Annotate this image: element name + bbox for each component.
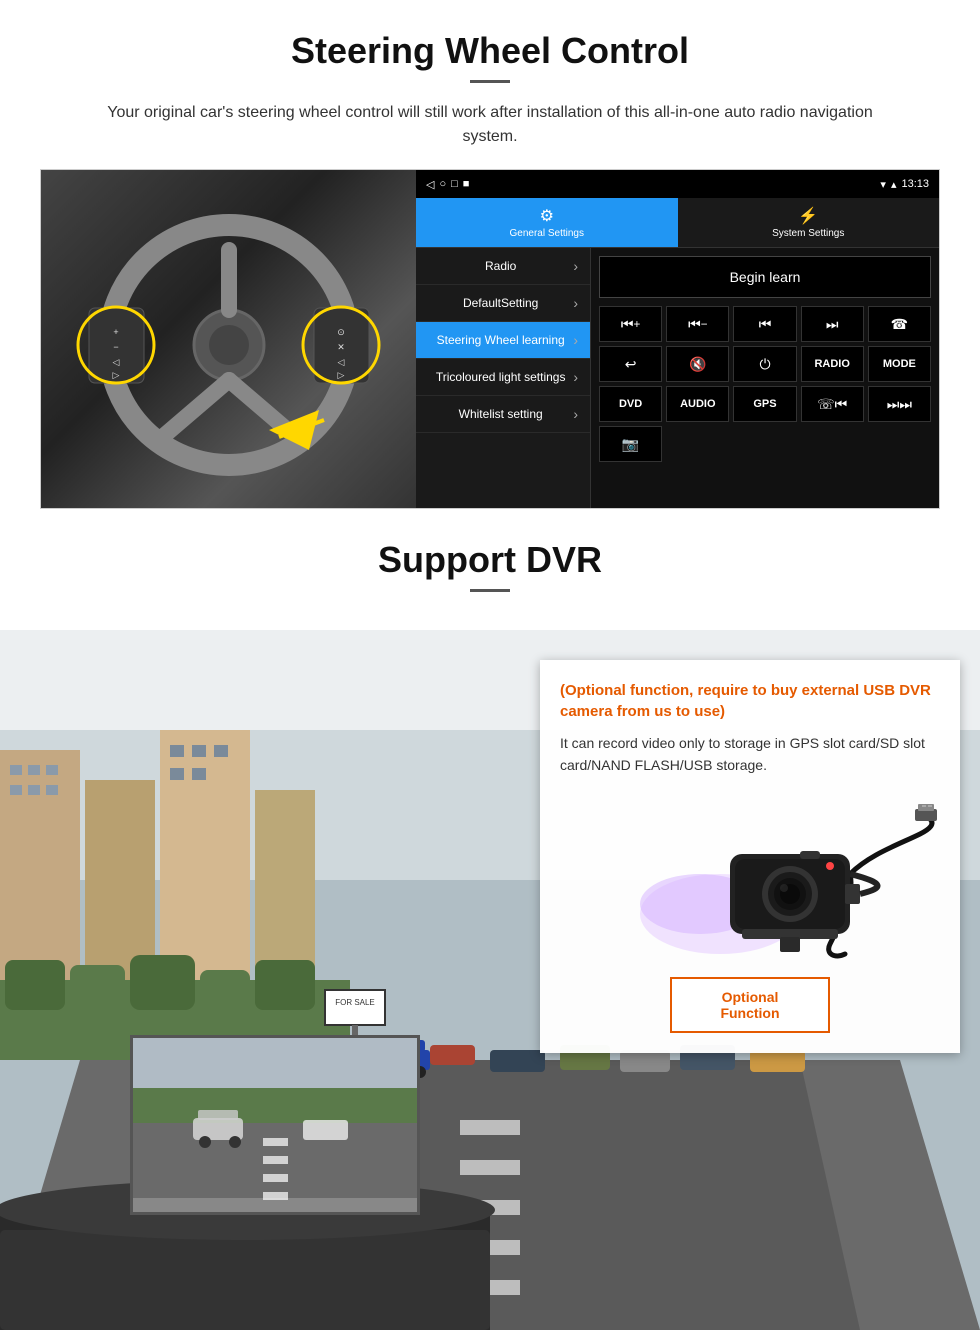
ctrl-ff[interactable]: ⏭⏭ <box>868 386 931 422</box>
control-row-1: ⏮+ ⏮− ⏮ ⏭ ☎ <box>599 306 931 342</box>
preview-svg <box>133 1038 418 1212</box>
menu-icon[interactable]: ■ <box>463 178 470 190</box>
ctrl-next[interactable]: ⏭ <box>801 306 864 342</box>
chevron-icon: › <box>573 332 578 348</box>
svg-text:✕: ✕ <box>337 342 345 352</box>
ctrl-mute[interactable]: 🔇 <box>666 346 729 382</box>
svg-text:⊙: ⊙ <box>337 327 345 337</box>
dvr-card-body: It can record video only to storage in G… <box>560 732 940 777</box>
wifi-icon: ▴ <box>891 178 897 191</box>
ctrl-back[interactable]: ↩ <box>599 346 662 382</box>
svg-text:▷: ▷ <box>337 370 344 380</box>
dvr-background: FOR SALE <box>0 630 980 1330</box>
chevron-icon: › <box>573 406 578 422</box>
signal-icon: ▾ <box>880 178 886 191</box>
ctrl-call-prev[interactable]: ☏⏮ <box>801 386 864 422</box>
steering-demo: + − ◁ ▷ ⊙ ✕ ◁ ▷ <box>40 169 940 509</box>
chevron-icon: › <box>573 258 578 274</box>
steering-wheel-svg: + − ◁ ▷ ⊙ ✕ ◁ ▷ <box>59 200 399 480</box>
svg-text:◁: ◁ <box>112 357 119 367</box>
steering-photo-bg: + − ◁ ▷ ⊙ ✕ ◁ ▷ <box>41 170 416 509</box>
ctrl-vol-up[interactable]: ⏮+ <box>599 306 662 342</box>
settings-tabs: ⚙ General Settings ⚡ System Settings <box>416 198 939 248</box>
svg-text:FOR SALE: FOR SALE <box>335 998 375 1007</box>
statusbar-left-icons: ◁ ○ □ ■ <box>426 178 469 191</box>
menu-item-steering-learning[interactable]: Steering Wheel learning › <box>416 322 590 359</box>
ctrl-gps[interactable]: GPS <box>733 386 796 422</box>
tab-system[interactable]: ⚡ System Settings <box>678 198 940 247</box>
control-content-area: Begin learn ⏮+ ⏮− ⏮ ⏭ ☎ ↩ 🔇 ⏻ RADIO <box>591 248 939 508</box>
ctrl-camera[interactable]: 📷 <box>599 426 662 462</box>
begin-learn-button[interactable]: Begin learn <box>599 256 931 298</box>
dvr-title: Support DVR <box>0 539 980 581</box>
dvr-title-divider <box>470 589 510 592</box>
statusbar-right-icons: ▾ ▴ 13:13 <box>880 178 929 191</box>
dvr-camera-image <box>560 792 940 962</box>
steering-title: Steering Wheel Control <box>40 30 940 72</box>
menu-item-radio[interactable]: Radio › <box>416 248 590 285</box>
menu-items-list: Radio › DefaultSetting › Steering Wheel … <box>416 248 590 433</box>
camera-device-svg <box>560 794 940 959</box>
recents-icon[interactable]: □ <box>451 178 458 190</box>
ctrl-vol-down[interactable]: ⏮− <box>666 306 729 342</box>
title-divider <box>470 80 510 83</box>
control-row-2: ↩ 🔇 ⏻ RADIO MODE <box>599 346 931 382</box>
tab-general[interactable]: ⚙ General Settings <box>416 198 678 247</box>
svg-text:◁: ◁ <box>337 357 344 367</box>
steering-subtitle: Your original car's steering wheel contr… <box>90 101 890 149</box>
ctrl-power[interactable]: ⏻ <box>733 346 796 382</box>
dvr-title-area: Support DVR <box>0 509 980 630</box>
clock: 13:13 <box>901 178 929 190</box>
dvr-card-title: (Optional function, require to buy exter… <box>560 680 940 722</box>
steering-section: Steering Wheel Control Your original car… <box>0 0 980 509</box>
android-panel: ◁ ○ □ ■ ▾ ▴ 13:13 ⚙ General Settings <box>416 170 939 508</box>
dvr-camera-preview <box>130 1035 420 1215</box>
svg-text:▷: ▷ <box>112 370 119 380</box>
android-body: Radio › DefaultSetting › Steering Wheel … <box>416 248 939 508</box>
gear-icon: ⚙ <box>420 206 674 226</box>
ctrl-call[interactable]: ☎ <box>868 306 931 342</box>
steering-photo: + − ◁ ▷ ⊙ ✕ ◁ ▷ <box>41 170 416 509</box>
dvr-info-card: (Optional function, require to buy exter… <box>540 660 960 1053</box>
ctrl-audio[interactable]: AUDIO <box>666 386 729 422</box>
svg-text:−: − <box>113 342 118 352</box>
menu-item-tricoloured[interactable]: Tricoloured light settings › <box>416 359 590 396</box>
menu-item-whitelist[interactable]: Whitelist setting › <box>416 396 590 433</box>
back-icon[interactable]: ◁ <box>426 178 434 191</box>
home-icon[interactable]: ○ <box>439 178 446 190</box>
dvr-section: Support DVR <box>0 509 980 1330</box>
ctrl-prev[interactable]: ⏮ <box>733 306 796 342</box>
nav-menu: Radio › DefaultSetting › Steering Wheel … <box>416 248 591 508</box>
ctrl-radio[interactable]: RADIO <box>801 346 864 382</box>
svg-text:+: + <box>113 327 118 337</box>
control-row-3: DVD AUDIO GPS ☏⏮ ⏭⏭ <box>599 386 931 422</box>
menu-item-defaultsetting[interactable]: DefaultSetting › <box>416 285 590 322</box>
chevron-icon: › <box>573 295 578 311</box>
chevron-icon: › <box>573 369 578 385</box>
ctrl-mode[interactable]: MODE <box>868 346 931 382</box>
ctrl-dvd[interactable]: DVD <box>599 386 662 422</box>
status-bar: ◁ ○ □ ■ ▾ ▴ 13:13 <box>416 170 939 198</box>
optional-function-button[interactable]: Optional Function <box>670 977 830 1033</box>
system-icon: ⚡ <box>682 206 936 226</box>
control-row-4: 📷 <box>599 426 931 462</box>
